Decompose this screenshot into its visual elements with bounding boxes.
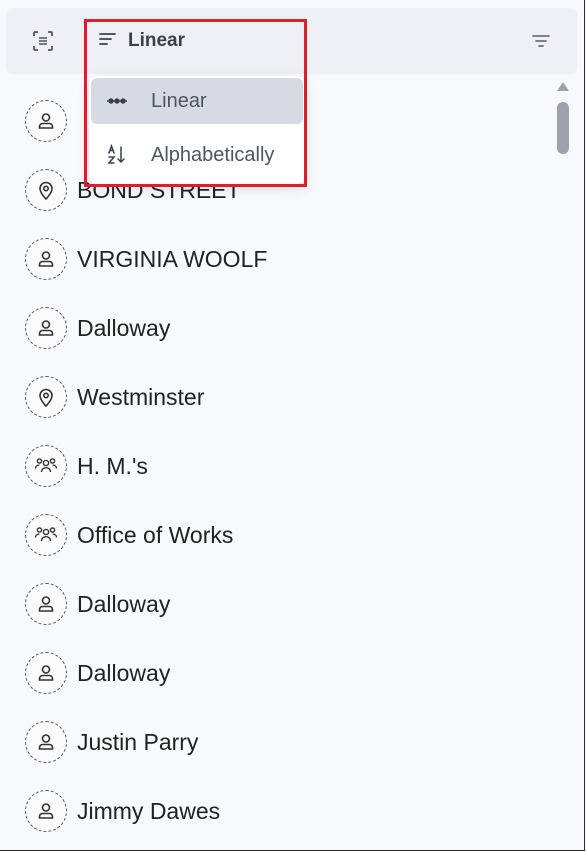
entity-row[interactable]	[25, 98, 77, 144]
entity-row[interactable]: Dalloway	[25, 650, 170, 696]
entity-row[interactable]: Westminster	[25, 374, 204, 420]
sort-lines-icon	[98, 31, 118, 52]
scroll-up-arrow[interactable]	[557, 82, 569, 91]
entity-name: Dalloway	[77, 590, 171, 617]
group-icon	[25, 514, 67, 556]
sort-option-label: Linear	[151, 89, 207, 112]
entity-name: Jimmy Dawes	[77, 797, 221, 824]
sort-mode-label: Linear	[128, 30, 186, 51]
entity-name: Office of Works	[77, 521, 234, 548]
sort-mode-trigger[interactable]: Linear	[98, 27, 185, 55]
entity-name: H. M.'s	[77, 452, 148, 479]
entity-row[interactable]: Office of Works	[25, 512, 233, 558]
sort-option-label: Alphabetically	[151, 143, 275, 166]
entity-row[interactable]: H. M.'s	[25, 443, 148, 489]
entity-name: Dalloway	[77, 659, 171, 686]
location-pin-icon	[25, 169, 67, 211]
person-icon	[25, 238, 67, 280]
entity-name: Westminster	[77, 383, 205, 410]
dots-line-icon	[105, 97, 129, 105]
group-icon	[25, 445, 67, 487]
person-icon	[25, 100, 67, 142]
entity-name: VIRGINIA WOOLF	[77, 245, 268, 272]
scan-icon[interactable]	[30, 28, 56, 54]
entity-row[interactable]: Dalloway	[25, 305, 170, 351]
entity-row[interactable]: Dalloway	[25, 581, 170, 627]
scroll-thumb[interactable]	[557, 102, 569, 154]
person-icon	[25, 652, 67, 694]
sort-az-icon	[105, 144, 129, 166]
entity-name: Dalloway	[77, 314, 171, 341]
entity-row[interactable]: Justin Parry	[25, 719, 198, 765]
entity-name: Justin Parry	[77, 728, 199, 755]
entity-row[interactable]: VIRGINIA WOOLF	[25, 236, 267, 282]
person-icon	[25, 583, 67, 625]
person-icon	[25, 307, 67, 349]
filter-icon[interactable]	[530, 30, 552, 52]
person-icon	[25, 721, 67, 763]
toolbar: Linear	[6, 8, 577, 74]
location-pin-icon	[25, 376, 67, 418]
entity-panel: Linear BOND STREET VIRGINIA WOOLF Dalloway…	[0, 0, 585, 851]
person-icon	[25, 790, 67, 832]
sort-option-linear[interactable]: Linear	[91, 78, 303, 124]
sort-dropdown: Linear Alphabetically	[89, 76, 305, 184]
sort-option-alphabetically[interactable]: Alphabetically	[91, 132, 303, 178]
entity-row[interactable]: Jimmy Dawes	[25, 788, 220, 834]
scrollbar[interactable]	[555, 78, 571, 848]
